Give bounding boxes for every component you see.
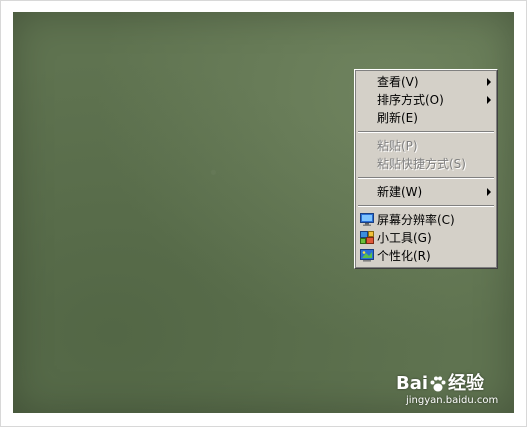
menu-item-label: 个性化(R) — [377, 249, 431, 263]
watermark-logo: Bai 经验 — [396, 373, 506, 395]
menu-separator — [358, 131, 494, 133]
watermark-brand-left: Bai — [396, 373, 429, 394]
menu-item-refresh[interactable]: 刷新(E) — [357, 109, 495, 127]
menu-item-gadgets[interactable]: 小工具(G) — [357, 229, 495, 247]
menu-item-label: 新建(W) — [377, 185, 423, 199]
menu-item-label: 屏幕分辨率(C) — [377, 213, 455, 227]
menu-item-label: 刷新(E) — [377, 111, 418, 125]
menu-item-label: 小工具(G) — [377, 231, 432, 245]
submenu-arrow-icon — [487, 78, 491, 86]
menu-item-label: 排序方式(O) — [377, 93, 444, 107]
watermark-url: jingyan.baidu.com — [406, 395, 499, 406]
baidu-jingyan-watermark: Bai 经验 jingyan.baidu.com — [396, 373, 506, 413]
menu-item-new[interactable]: 新建(W) — [357, 183, 495, 201]
menu-separator — [358, 177, 494, 179]
screen-resolution-icon — [360, 213, 374, 226]
submenu-arrow-icon — [487, 96, 491, 104]
desktop-background[interactable]: 查看(V) 排序方式(O) 刷新(E) 粘贴(P) 粘贴快捷方式(S) 新建(W… — [13, 12, 514, 413]
menu-item-personalize[interactable]: 个性化(R) — [357, 247, 495, 265]
menu-item-view[interactable]: 查看(V) — [357, 73, 495, 91]
menu-item-label: 查看(V) — [377, 75, 419, 89]
paw-icon — [430, 376, 446, 392]
menu-item-label: 粘贴快捷方式(S) — [377, 157, 466, 171]
personalize-icon — [360, 249, 374, 262]
menu-item-paste-shortcut: 粘贴快捷方式(S) — [357, 155, 495, 173]
desktop-context-menu: 查看(V) 排序方式(O) 刷新(E) 粘贴(P) 粘贴快捷方式(S) 新建(W… — [354, 69, 498, 269]
menu-item-sort-by[interactable]: 排序方式(O) — [357, 91, 495, 109]
watermark-brand-right: 经验 — [448, 373, 485, 394]
submenu-arrow-icon — [487, 188, 491, 196]
menu-separator — [358, 205, 494, 207]
gadgets-icon — [360, 231, 374, 244]
menu-item-screen-resolution[interactable]: 屏幕分辨率(C) — [357, 211, 495, 229]
menu-item-label: 粘贴(P) — [377, 139, 418, 153]
menu-item-paste: 粘贴(P) — [357, 137, 495, 155]
screenshot-frame: 查看(V) 排序方式(O) 刷新(E) 粘贴(P) 粘贴快捷方式(S) 新建(W… — [0, 0, 527, 427]
